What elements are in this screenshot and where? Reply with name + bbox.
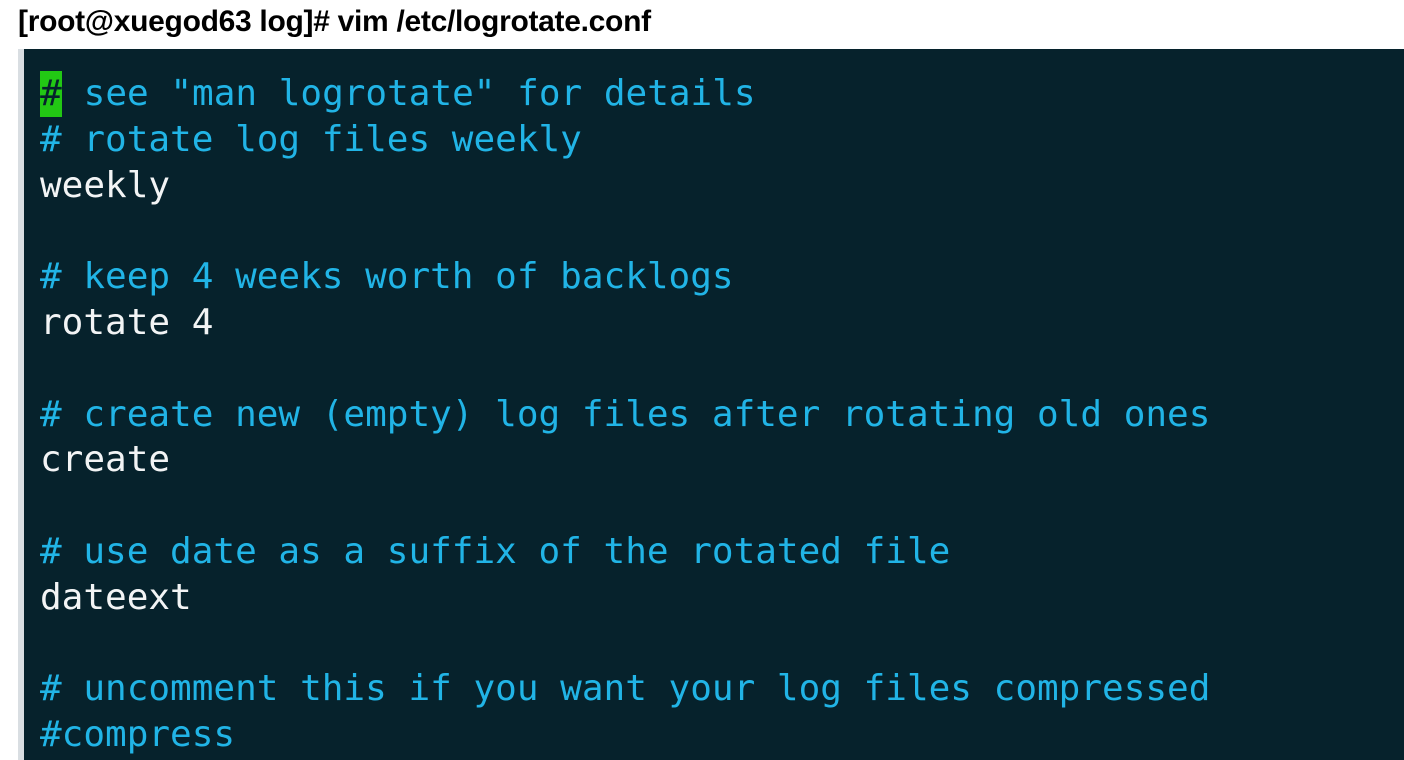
editor-line: # see "man logrotate" for details [40,71,1210,117]
editor-lines: # see "man logrotate" for details # rota… [40,71,1210,758]
editor-line [40,621,1210,667]
editor-line: # use date as a suffix of the rotated fi… [40,530,951,572]
editor-line-text: see "man logrotate" for details [62,73,756,114]
editor-line: rotate 4 [40,301,214,343]
shell-prompt: [root@xuegod63 log]# [18,5,330,38]
text-cursor: # [40,71,62,117]
editor-line [40,483,1210,529]
editor-line: dateext [40,576,192,618]
editor-line: # rotate log files weekly [40,118,582,160]
editor-line: weekly [40,164,171,206]
shell-command-line: [root@xuegod63 log]# vim /etc/logrotate.… [18,2,651,42]
editor-line: # create new (empty) log files after rot… [40,393,1211,435]
editor-line: # uncomment this if you want your log fi… [40,668,1211,710]
editor-line: # keep 4 weeks worth of backlogs [40,256,734,298]
editor-line: create [40,439,171,481]
vim-editor[interactable]: # see "man logrotate" for details # rota… [18,49,1404,760]
shell-command: vim /etc/logrotate.conf [337,5,651,38]
editor-line [40,208,1210,254]
screenshot: [root@xuegod63 log]# vim /etc/logrotate.… [0,0,1404,760]
editor-line: #compress [40,714,236,756]
editor-line [40,346,1210,392]
